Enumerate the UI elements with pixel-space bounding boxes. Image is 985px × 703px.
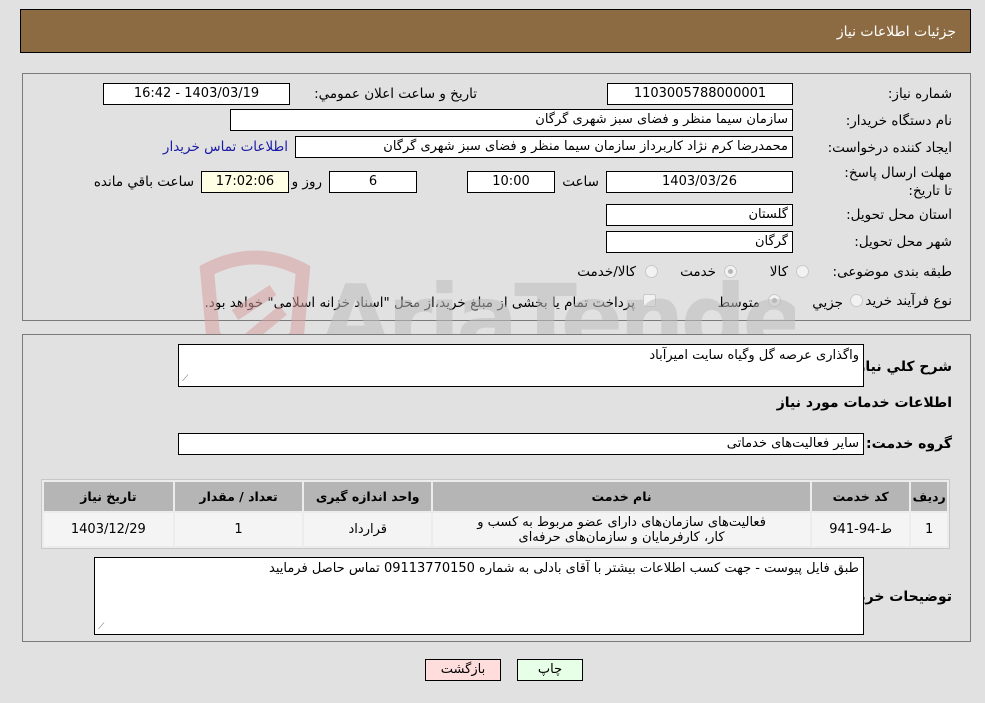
category-option-service-label: خدمت bbox=[680, 264, 716, 280]
page-title: جزئیات اطلاعات نیاز bbox=[836, 24, 956, 40]
category-label: طبقه بندی موضوعی: bbox=[832, 264, 952, 280]
category-radio-goods[interactable] bbox=[796, 265, 809, 278]
time-remaining-field[interactable]: 17:02:06 bbox=[201, 171, 289, 193]
city-field[interactable]: گرگان bbox=[606, 231, 793, 253]
buyer-org-label: نام دستگاه خريدار: bbox=[845, 113, 952, 129]
process-radio-minor[interactable] bbox=[850, 294, 863, 307]
deadline-time-label: ساعت bbox=[562, 174, 599, 190]
cell-unit: قرارداد bbox=[304, 513, 432, 546]
time-remaining-label: ساعت باقي مانده bbox=[93, 174, 194, 190]
cell-quantity: 1 bbox=[174, 513, 303, 546]
category-option-goods-label: کالا bbox=[769, 264, 788, 280]
category-radio-goods-service[interactable] bbox=[645, 265, 658, 278]
buyer-contact-link[interactable]: اطلاعات تماس خريدار bbox=[163, 139, 288, 155]
cell-service-name: فعالیت‌های سازمان‌های دارای عضو مربوط به… bbox=[433, 513, 811, 546]
purchase-process-label: نوع فرآیند خرید : bbox=[856, 293, 952, 309]
table-header-row: رديف کد خدمت نام خدمت واحد اندازه گيری ت… bbox=[44, 482, 947, 511]
service-group-label: گروه خدمت: bbox=[866, 436, 952, 452]
page-header: جزئیات اطلاعات نیاز bbox=[20, 9, 971, 53]
treasury-note: پرداخت تمام يا بخشی از مبلغ خريد،از محل … bbox=[204, 295, 635, 311]
creator-label: ايجاد کننده درخواست: bbox=[827, 140, 952, 156]
col-service-name: نام خدمت bbox=[433, 482, 811, 511]
process-option-minor-label: جزيي bbox=[812, 295, 843, 311]
city-label: شهر محل تحویل: bbox=[854, 234, 952, 250]
days-remaining-field[interactable]: 6 bbox=[329, 171, 417, 193]
process-option-medium-label: متوسط bbox=[717, 295, 760, 311]
announce-datetime-field[interactable]: 1403/03/19 - 16:42 bbox=[103, 83, 290, 105]
days-label: روز و bbox=[291, 174, 322, 190]
creator-field[interactable]: محمدرضا کرم نژاد کاربرداز سازمان سيما من… bbox=[295, 136, 793, 158]
deadline-label: مهلت ارسال پاسخ: تا تاریخ: bbox=[844, 165, 952, 199]
service-group-field[interactable]: سایر فعالیت‌های خدماتی bbox=[178, 433, 864, 455]
services-heading: اطلاعات خدمات مورد نیاز bbox=[776, 395, 952, 411]
announce-label: تاريخ و ساعت اعلان عمومي: bbox=[314, 86, 477, 102]
cell-row-number: 1 bbox=[911, 513, 947, 546]
col-service-code: کد خدمت bbox=[812, 482, 910, 511]
description-label: شرح کلي نياز: bbox=[851, 359, 952, 375]
description-text: واگذاری عرصه گل وگیاه سایت امیرآباد bbox=[649, 348, 859, 363]
cell-service-code: ط-94-941 bbox=[812, 513, 910, 546]
category-radio-service[interactable] bbox=[724, 265, 737, 278]
resize-grip-icon[interactable]: ⟋ bbox=[98, 622, 104, 632]
need-info-panel: شماره نیاز: 1103005788000001 تاريخ و ساع… bbox=[22, 73, 971, 321]
buyer-org-field[interactable]: سازمان سيما منظر و فضای سبز شهری گرگان bbox=[230, 109, 793, 131]
col-unit: واحد اندازه گيری bbox=[304, 482, 432, 511]
need-number-label: شماره نیاز: bbox=[887, 86, 952, 102]
col-quantity: تعداد / مقدار bbox=[174, 482, 303, 511]
print-button[interactable]: چاپ bbox=[517, 659, 583, 681]
table-row: 1 ط-94-941 فعالیت‌های سازمان‌های دارای ع… bbox=[44, 513, 947, 546]
services-table: رديف کد خدمت نام خدمت واحد اندازه گيری ت… bbox=[41, 479, 950, 549]
cell-need-date: 1403/12/29 bbox=[44, 513, 173, 546]
buyer-notes-textarea[interactable]: طبق فایل پیوست - جهت کسب اطلاعات بیشتر ب… bbox=[94, 557, 864, 635]
deadline-date-field[interactable]: 1403/03/26 bbox=[606, 171, 793, 193]
deadline-time-field[interactable]: 10:00 bbox=[467, 171, 555, 193]
process-radio-medium[interactable] bbox=[768, 294, 781, 307]
category-option-goods-service-label: کالا/خدمت bbox=[577, 264, 636, 280]
description-textarea[interactable]: واگذاری عرصه گل وگیاه سایت امیرآباد ⟋ bbox=[178, 344, 864, 387]
province-label: استان محل تحویل: bbox=[846, 207, 952, 223]
province-field[interactable]: گلستان bbox=[606, 204, 793, 226]
back-button[interactable]: بازگشت bbox=[425, 659, 501, 681]
col-row-number: رديف bbox=[911, 482, 947, 511]
need-details-panel: شرح کلي نياز: واگذاری عرصه گل وگیاه سایت… bbox=[22, 334, 971, 642]
col-need-date: تاريخ نياز bbox=[44, 482, 173, 511]
need-number-field[interactable]: 1103005788000001 bbox=[607, 83, 793, 105]
treasury-checkbox[interactable] bbox=[643, 294, 656, 307]
buyer-notes-text: طبق فایل پیوست - جهت کسب اطلاعات بیشتر ب… bbox=[269, 561, 859, 576]
resize-grip-icon[interactable]: ⟋ bbox=[182, 374, 188, 384]
